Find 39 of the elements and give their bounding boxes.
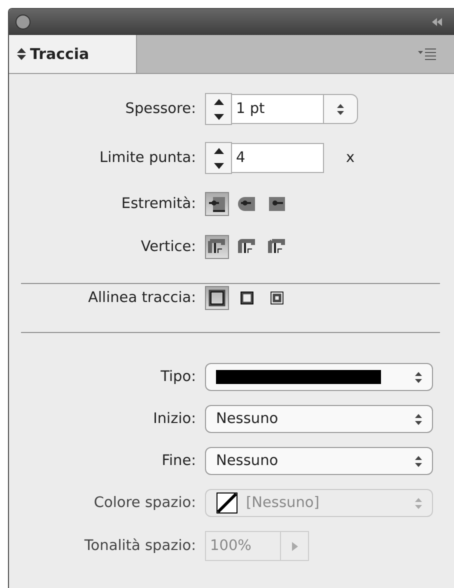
stepper-arrows[interactable] [205,93,232,125]
stroke-align-icon [207,288,227,308]
dropdown[interactable]: Nessuno [205,447,433,475]
unit-dropdown[interactable] [324,94,358,124]
updown-icon [415,456,422,466]
field-label: Tonalità spazio: [83,538,196,554]
line-cap-icon [267,194,287,214]
panel-tab[interactable]: Traccia [9,35,137,73]
dropdown[interactable]: Nessuno [205,405,433,433]
field-label: Limite punta: [98,150,196,166]
field-label: Tipo: [160,369,196,385]
updown-icon [17,48,26,60]
unit-label: x [346,150,355,166]
value-field[interactable]: 1 pt [232,94,324,124]
field-label: Estremità: [120,196,196,212]
line-type-dropdown[interactable] [205,363,433,391]
slider-popup-button[interactable] [281,531,309,561]
cap-option-button[interactable] [205,192,229,216]
align-option-button[interactable] [205,286,229,310]
field-label: Inizio: [152,411,196,427]
line-cap-icon [207,194,227,214]
play-arrow-icon [292,542,298,550]
updown-icon [415,372,422,382]
panel-menu-icon[interactable] [418,48,436,60]
updown-icon [415,414,422,424]
field-label: Spessore: [124,101,196,117]
updown-icon [415,498,422,508]
field-label: Vertice: [140,239,196,255]
line-cap-icon [237,194,257,214]
join-option-button[interactable] [205,235,229,259]
field-label: Allinea traccia: [87,290,196,306]
field-label: Fine: [160,453,196,469]
stepper-arrows[interactable] [205,142,232,174]
close-icon[interactable] [15,14,31,30]
updown-icon [337,104,344,114]
value-field[interactable]: 4 [232,143,324,173]
field-label: Colore spazio: [92,495,196,511]
no-color-swatch-icon [216,492,238,514]
collapse-icon[interactable] [432,18,442,26]
